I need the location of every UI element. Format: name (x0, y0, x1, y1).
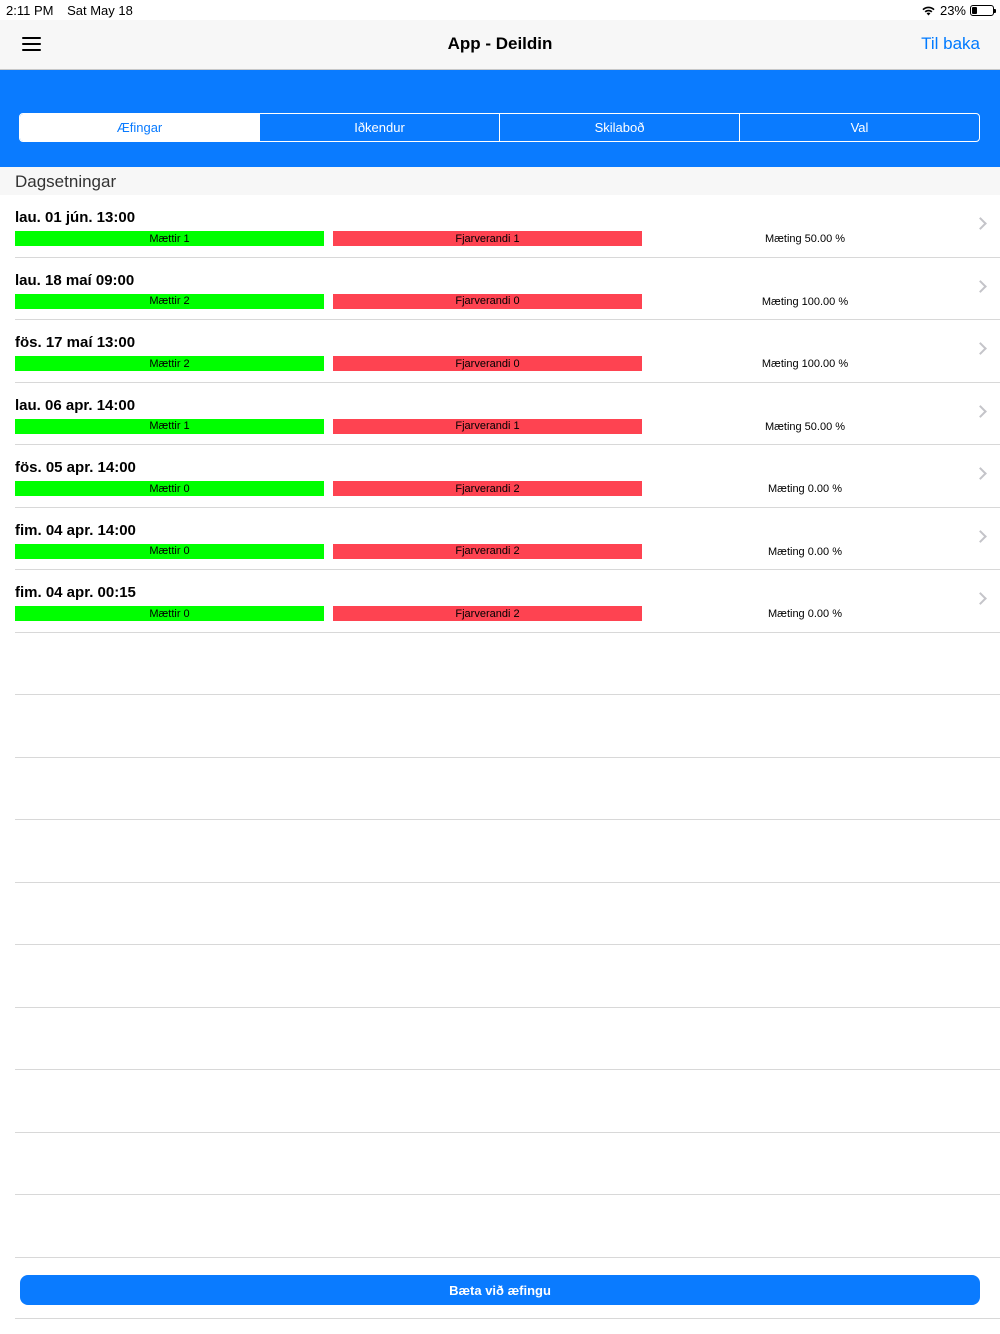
navigation-bar: App - Deildin Til baka (0, 20, 1000, 70)
absent-bar: Fjarverandi 0 (333, 356, 642, 371)
battery-fill (972, 7, 977, 14)
tab-aefingar[interactable]: Æfingar (20, 114, 260, 141)
empty-row (15, 1195, 1000, 1258)
chevron-right-icon (974, 592, 987, 605)
absent-bar: Fjarverandi 2 (333, 481, 642, 496)
attendance-label: Mæting 0.00 % (768, 545, 842, 558)
status-time: 2:11 PM (6, 3, 54, 18)
chevron-right-icon (974, 342, 987, 355)
present-bar: Mættir 1 (15, 231, 324, 246)
session-date: lau. 01 jún. 13:00 (15, 209, 136, 226)
session-date: fös. 05 apr. 14:00 (15, 459, 136, 476)
attendance-label: Mæting 0.00 % (768, 483, 842, 495)
session-row[interactable]: fim. 04 apr. 14:00 Mættir 0 Fjarverandi … (15, 508, 1000, 570)
chevron-right-icon (974, 467, 987, 480)
back-button[interactable]: Til baka (921, 34, 980, 54)
session-list: lau. 01 jún. 13:00 Mættir 1 Fjarverandi … (0, 195, 1000, 1258)
tab-val[interactable]: Val (740, 114, 979, 141)
page-title: App - Deildin (447, 34, 553, 53)
session-date: fim. 04 apr. 00:15 (15, 584, 136, 601)
present-bar: Mættir 2 (15, 356, 324, 371)
empty-row (15, 1008, 1000, 1070)
present-bar: Mættir 0 (15, 543, 324, 559)
attendance-label: Mæting 100.00 % (761, 358, 849, 370)
empty-row (15, 945, 1000, 1008)
session-date: lau. 18 maí 09:00 (15, 271, 135, 289)
empty-row (15, 1070, 1000, 1133)
add-session-button[interactable]: Bæta við æfingu (20, 1275, 980, 1305)
empty-row (15, 633, 1000, 695)
battery-icon (970, 5, 996, 16)
absent-bar: Fjarverandi 1 (333, 231, 642, 246)
status-date: Sat May 18 (67, 3, 133, 18)
header-band: Æfingar Iðkendur Skilaboð Val (0, 70, 1000, 167)
session-row[interactable]: fös. 05 apr. 14:00 Mættir 0 Fjarverandi … (15, 445, 1000, 508)
session-row[interactable]: lau. 18 maí 09:00 Mættir 2 Fjarverandi 0… (15, 258, 1000, 320)
chevron-right-icon (974, 529, 987, 543)
session-row[interactable]: fim. 04 apr. 00:15 Mættir 0 Fjarverandi … (15, 570, 1000, 633)
wifi-icon (922, 6, 935, 16)
absent-bar: Fjarverandi 1 (333, 418, 642, 434)
empty-row (15, 883, 1000, 945)
chevron-right-icon (974, 404, 987, 418)
session-row[interactable]: lau. 01 jún. 13:00 Mættir 1 Fjarverandi … (15, 195, 1000, 258)
status-left: 2:11 PM Sat May 18 (6, 3, 143, 18)
attendance-label: Mæting 100.00 % (761, 295, 849, 308)
empty-row (15, 820, 1000, 883)
attendance-label: Mæting 0.00 % (768, 608, 842, 620)
status-right: 23% (921, 3, 996, 18)
chevron-right-icon (974, 217, 987, 230)
empty-row (15, 758, 1000, 820)
present-bar: Mættir 2 (15, 293, 324, 309)
divider (15, 1318, 1000, 1319)
absent-bar: Fjarverandi 2 (333, 543, 642, 559)
session-date: lau. 06 apr. 14:00 (15, 396, 136, 414)
attendance-label: Mæting 50.00 % (764, 233, 846, 245)
attendance-label: Mæting 50.00 % (764, 420, 846, 433)
empty-row (15, 1133, 1000, 1195)
section-header: Dagsetningar (0, 167, 1000, 195)
tab-idkendur[interactable]: Iðkendur (260, 114, 500, 141)
battery-percent: 23% (939, 3, 966, 18)
segmented-control: Æfingar Iðkendur Skilaboð Val (19, 113, 980, 142)
session-row[interactable]: fös. 17 maí 13:00 Mættir 2 Fjarverandi 0… (15, 320, 1000, 383)
status-bar: 2:11 PM Sat May 18 23% (0, 0, 1000, 20)
tab-skilabod[interactable]: Skilaboð (500, 114, 740, 141)
absent-bar: Fjarverandi 2 (333, 606, 642, 621)
session-date: fös. 17 maí 13:00 (15, 334, 136, 351)
present-bar: Mættir 0 (15, 606, 324, 621)
session-row[interactable]: lau. 06 apr. 14:00 Mættir 1 Fjarverandi … (15, 383, 1000, 445)
present-bar: Mættir 1 (15, 418, 324, 434)
chevron-right-icon (974, 279, 987, 293)
empty-row (15, 695, 1000, 758)
present-bar: Mættir 0 (15, 481, 324, 496)
section-title: Dagsetningar (15, 172, 117, 191)
absent-bar: Fjarverandi 0 (333, 293, 642, 309)
session-date: fim. 04 apr. 14:00 (15, 521, 136, 539)
